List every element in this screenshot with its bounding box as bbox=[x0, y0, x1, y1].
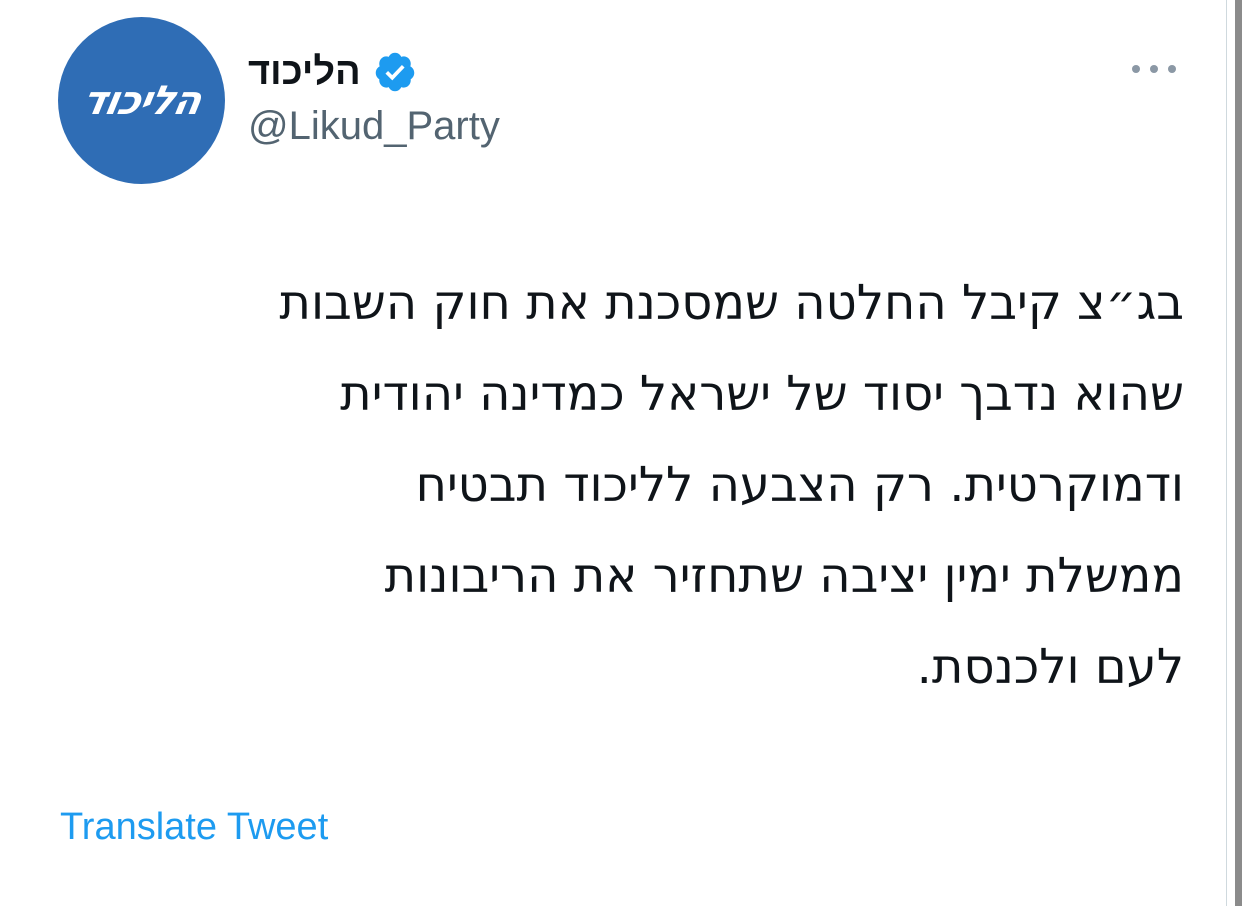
translate-tweet-link[interactable]: Translate Tweet bbox=[60, 806, 328, 849]
author-name-row: הליכוד bbox=[248, 44, 417, 100]
more-options-button[interactable] bbox=[1128, 52, 1180, 86]
more-horizontal-icon bbox=[1132, 65, 1176, 73]
scrollbar-edge bbox=[1222, 0, 1242, 906]
tweet-card: הליכוד הליכוד @Likud_Party בג״צ קיבל החל… bbox=[0, 0, 1222, 906]
avatar[interactable]: הליכוד bbox=[58, 17, 225, 184]
tweet-text-line: לעם ולכנסת. bbox=[916, 639, 1184, 695]
tweet-text: בג״צ קיבל החלטה שמסכנת את חוק השבות שהוא… bbox=[60, 258, 1184, 713]
display-name[interactable]: הליכוד bbox=[248, 51, 361, 94]
tweet-text-line: ודמוקרטית. רק הצבעה לליכוד תבטיח bbox=[415, 457, 1184, 513]
verified-badge-icon bbox=[373, 50, 417, 94]
tweet-text-line: ממשלת ימין יציבה שתחזיר את הריבונות bbox=[384, 548, 1184, 604]
tweet-text-line: בג״צ קיבל החלטה שמסכנת את חוק השבות bbox=[279, 275, 1184, 331]
tweet-text-line: שהוא נדבך יסוד של ישראל כמדינה יהודית bbox=[340, 366, 1184, 422]
author-handle[interactable]: @Likud_Party bbox=[248, 104, 500, 149]
avatar-logo-text: הליכוד bbox=[77, 77, 206, 124]
